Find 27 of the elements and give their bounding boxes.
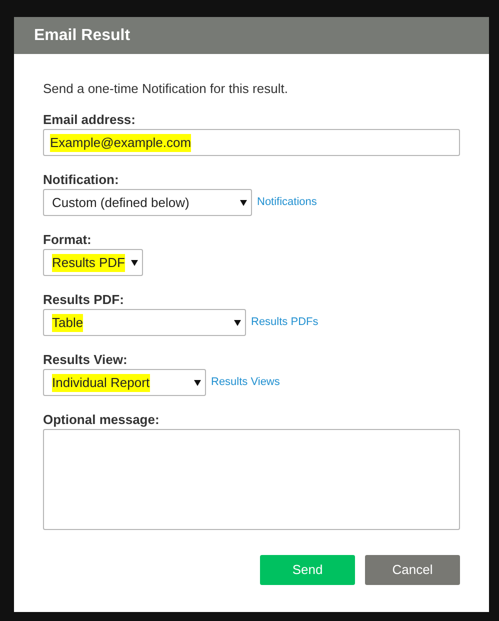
email-field[interactable]: Example@example.com xyxy=(43,129,460,156)
caret-icon xyxy=(131,260,138,266)
caret-icon xyxy=(194,380,201,386)
dropdown[interactable]: Table xyxy=(43,309,246,336)
field-label: Results PDF: xyxy=(43,292,125,308)
field-label: Notification: xyxy=(43,172,120,188)
email-value: Example@example.com xyxy=(50,134,192,152)
field-label: Email address: xyxy=(43,112,136,128)
message-field[interactable] xyxy=(43,429,460,530)
field-label: Optional message: xyxy=(43,412,160,428)
settings-link[interactable]: Notifications xyxy=(257,194,317,211)
cancel-button[interactable]: Cancel xyxy=(365,555,460,585)
dropdown[interactable]: Custom (defined below) xyxy=(43,189,252,216)
dropdown-value: Individual Report xyxy=(52,374,150,392)
dropdown-value: Custom (defined below) xyxy=(52,194,190,212)
field-label: Format: xyxy=(43,232,92,248)
dropdown[interactable]: Results PDF xyxy=(43,249,143,276)
description: Send a one-time Notification for this result. xyxy=(43,81,289,97)
caret-icon xyxy=(234,320,241,326)
field-label: Results View: xyxy=(43,352,128,368)
dialog-title: Email Result xyxy=(34,26,130,46)
dropdown-value: Results PDF xyxy=(52,254,125,272)
dropdown-value: Table xyxy=(52,314,84,332)
caret-icon xyxy=(240,200,247,206)
settings-link[interactable]: Results Views xyxy=(211,374,280,391)
dropdown[interactable]: Individual Report xyxy=(43,369,206,396)
settings-link[interactable]: Results PDFs xyxy=(251,314,318,331)
